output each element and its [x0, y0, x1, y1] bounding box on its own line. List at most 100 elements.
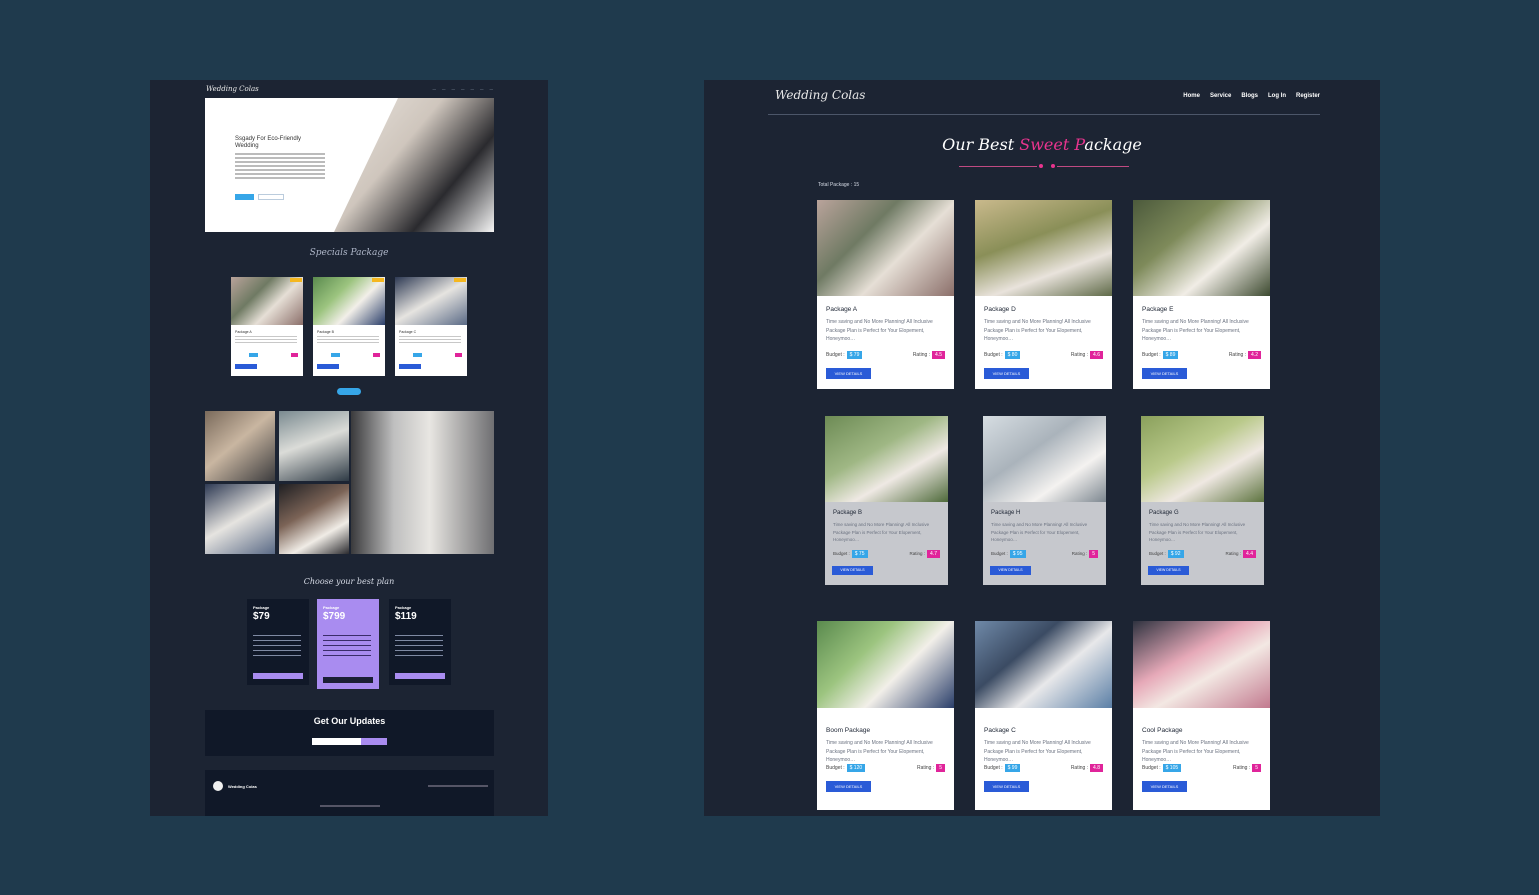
- package-photo: [975, 621, 1112, 708]
- budget-badge: $ 75: [851, 550, 868, 558]
- plan-card-featured: Package $799: [317, 599, 379, 689]
- nav-login[interactable]: Log In: [1268, 93, 1286, 99]
- package-description: Time saving and No More Planning! All In…: [984, 740, 1091, 763]
- package-card[interactable]: Package B Time saving and No More Planni…: [825, 416, 948, 585]
- package-description: Time saving and No More Planning! All In…: [826, 740, 933, 763]
- specials-title: Specials Package: [309, 248, 389, 258]
- view-details-button[interactable]: VIEW DETAILS: [984, 781, 1029, 792]
- package-rating: Rating :5: [917, 764, 945, 772]
- package-photo: [817, 200, 954, 296]
- card-view-button[interactable]: [235, 364, 257, 369]
- view-details-button[interactable]: VIEW DETAILS: [1142, 368, 1187, 379]
- plan-name: Package: [323, 605, 340, 610]
- package-card[interactable]: Package G Time saving and No More Planni…: [1141, 416, 1264, 585]
- package-description: Time saving and No More Planning! All In…: [1149, 522, 1246, 542]
- package-name: Package H: [991, 510, 1021, 516]
- hero-headline: Ssgady For Eco-Friendly Wedding: [235, 136, 302, 150]
- nav-service[interactable]: Service: [1210, 93, 1231, 99]
- header-divider: [768, 114, 1320, 115]
- view-details-button[interactable]: VIEW DETAILS: [826, 368, 871, 379]
- newsletter-subscribe-button[interactable]: [361, 738, 387, 745]
- packages-page: Wedding Colas Home Service Blogs Log In …: [704, 80, 1380, 816]
- plan-button[interactable]: [323, 677, 373, 683]
- gallery-photo: [279, 484, 349, 554]
- package-card[interactable]: Package E Time saving and No More Planni…: [1133, 200, 1270, 389]
- site-logo[interactable]: Wedding Colas: [775, 88, 865, 102]
- package-name: Package C: [984, 727, 1016, 734]
- package-description: Time saving and No More Planning! All In…: [1142, 740, 1249, 763]
- package-rating: Rating :4.8: [1071, 764, 1103, 772]
- view-all-button[interactable]: [337, 388, 361, 395]
- hero-photo: [334, 98, 494, 232]
- package-rating: Rating :4.2: [1229, 351, 1261, 359]
- title-ornament: [959, 164, 1129, 168]
- card-photo: [395, 277, 467, 325]
- package-name: Cool Package: [1142, 727, 1183, 734]
- budget-badge: $ 105: [1162, 764, 1182, 772]
- home-page-preview: Wedding Colas — — — — — — — Ssgady For Eco-Fri…: [150, 80, 548, 816]
- package-description: Time saving and No More Planning! All In…: [826, 319, 933, 342]
- nav-blogs[interactable]: Blogs: [1241, 93, 1258, 99]
- budget-badge: $ 99: [1004, 764, 1021, 772]
- rating-badge: 4.7: [927, 550, 940, 558]
- preview-card[interactable]: Package C: [395, 277, 467, 376]
- rating-badge: 4.6: [1090, 351, 1103, 359]
- nav-home[interactable]: Home: [1183, 93, 1200, 99]
- plan-button[interactable]: [253, 673, 303, 679]
- view-details-button[interactable]: VIEW DETAILS: [1148, 566, 1189, 575]
- card-view-button[interactable]: [399, 364, 421, 369]
- hero-secondary-button[interactable]: [258, 194, 284, 200]
- view-details-button[interactable]: VIEW DETAILS: [1142, 781, 1187, 792]
- nav-register[interactable]: Register: [1296, 93, 1320, 99]
- total-package-count: Total Package : 15: [818, 182, 860, 188]
- package-card[interactable]: Boom Package Time saving and No More Pla…: [817, 621, 954, 810]
- budget-badge: $ 79: [846, 351, 863, 359]
- main-nav: Home Service Blogs Log In Register: [1183, 93, 1320, 99]
- package-rating: Rating :4.7: [910, 550, 940, 558]
- plan-name: Package: [253, 605, 270, 610]
- budget-badge: $ 80: [1004, 351, 1021, 359]
- package-budget: Budget : $ 92: [1149, 550, 1184, 558]
- rating-badge: 4.8: [1090, 764, 1103, 772]
- preview-card[interactable]: Package A: [231, 277, 303, 376]
- footer-brand: Wedding Colas: [228, 784, 257, 789]
- package-description: Time saving and No More Planning! All In…: [984, 319, 1091, 342]
- package-budget: Budget : $ 75: [833, 550, 868, 558]
- package-rating: Rating :4.5: [913, 351, 945, 359]
- newsletter-email-input[interactable]: [312, 738, 361, 745]
- card-name: Package A: [235, 330, 252, 334]
- hero-primary-button[interactable]: [235, 194, 254, 200]
- view-details-button[interactable]: VIEW DETAILS: [832, 566, 873, 575]
- package-name: Package G: [1149, 510, 1179, 516]
- package-photo: [1133, 200, 1270, 296]
- view-details-button[interactable]: VIEW DETAILS: [990, 566, 1031, 575]
- card-photo: [231, 277, 303, 325]
- package-card[interactable]: Package C Time saving and No More Planni…: [975, 621, 1112, 810]
- view-details-button[interactable]: VIEW DETAILS: [826, 781, 871, 792]
- preview-card[interactable]: Package B: [313, 277, 385, 376]
- rating-badge: 4.5: [932, 351, 945, 359]
- preview-logo: Wedding Colas: [206, 85, 259, 93]
- package-photo: [1133, 621, 1270, 708]
- card-view-button[interactable]: [317, 364, 339, 369]
- package-card[interactable]: Package A Time saving and No More Planni…: [817, 200, 954, 389]
- view-details-button[interactable]: VIEW DETAILS: [984, 368, 1029, 379]
- package-card[interactable]: Package H Time saving and No More Planni…: [983, 416, 1106, 585]
- package-rating: Rating :4.4: [1226, 550, 1256, 558]
- rating-badge: 4.4: [1243, 550, 1256, 558]
- plan-card: Package $79: [247, 599, 309, 685]
- gallery-photo: [205, 411, 275, 481]
- section-title: Our Best Sweet Package: [942, 135, 1142, 154]
- package-description: Time saving and No More Planning! All In…: [1142, 319, 1249, 342]
- package-card[interactable]: Cool Package Time saving and No More Pla…: [1133, 621, 1270, 810]
- package-card[interactable]: Package D Time saving and No More Planni…: [975, 200, 1112, 389]
- footer-logo-icon: [213, 781, 223, 791]
- card-photo: [313, 277, 385, 325]
- card-tag: [372, 278, 384, 282]
- plan-button[interactable]: [395, 673, 445, 679]
- package-rating: Rating :5: [1233, 764, 1261, 772]
- package-photo: [1141, 416, 1264, 502]
- plan-name: Package: [395, 605, 412, 610]
- package-photo: [983, 416, 1106, 502]
- budget-badge: $ 120: [846, 764, 866, 772]
